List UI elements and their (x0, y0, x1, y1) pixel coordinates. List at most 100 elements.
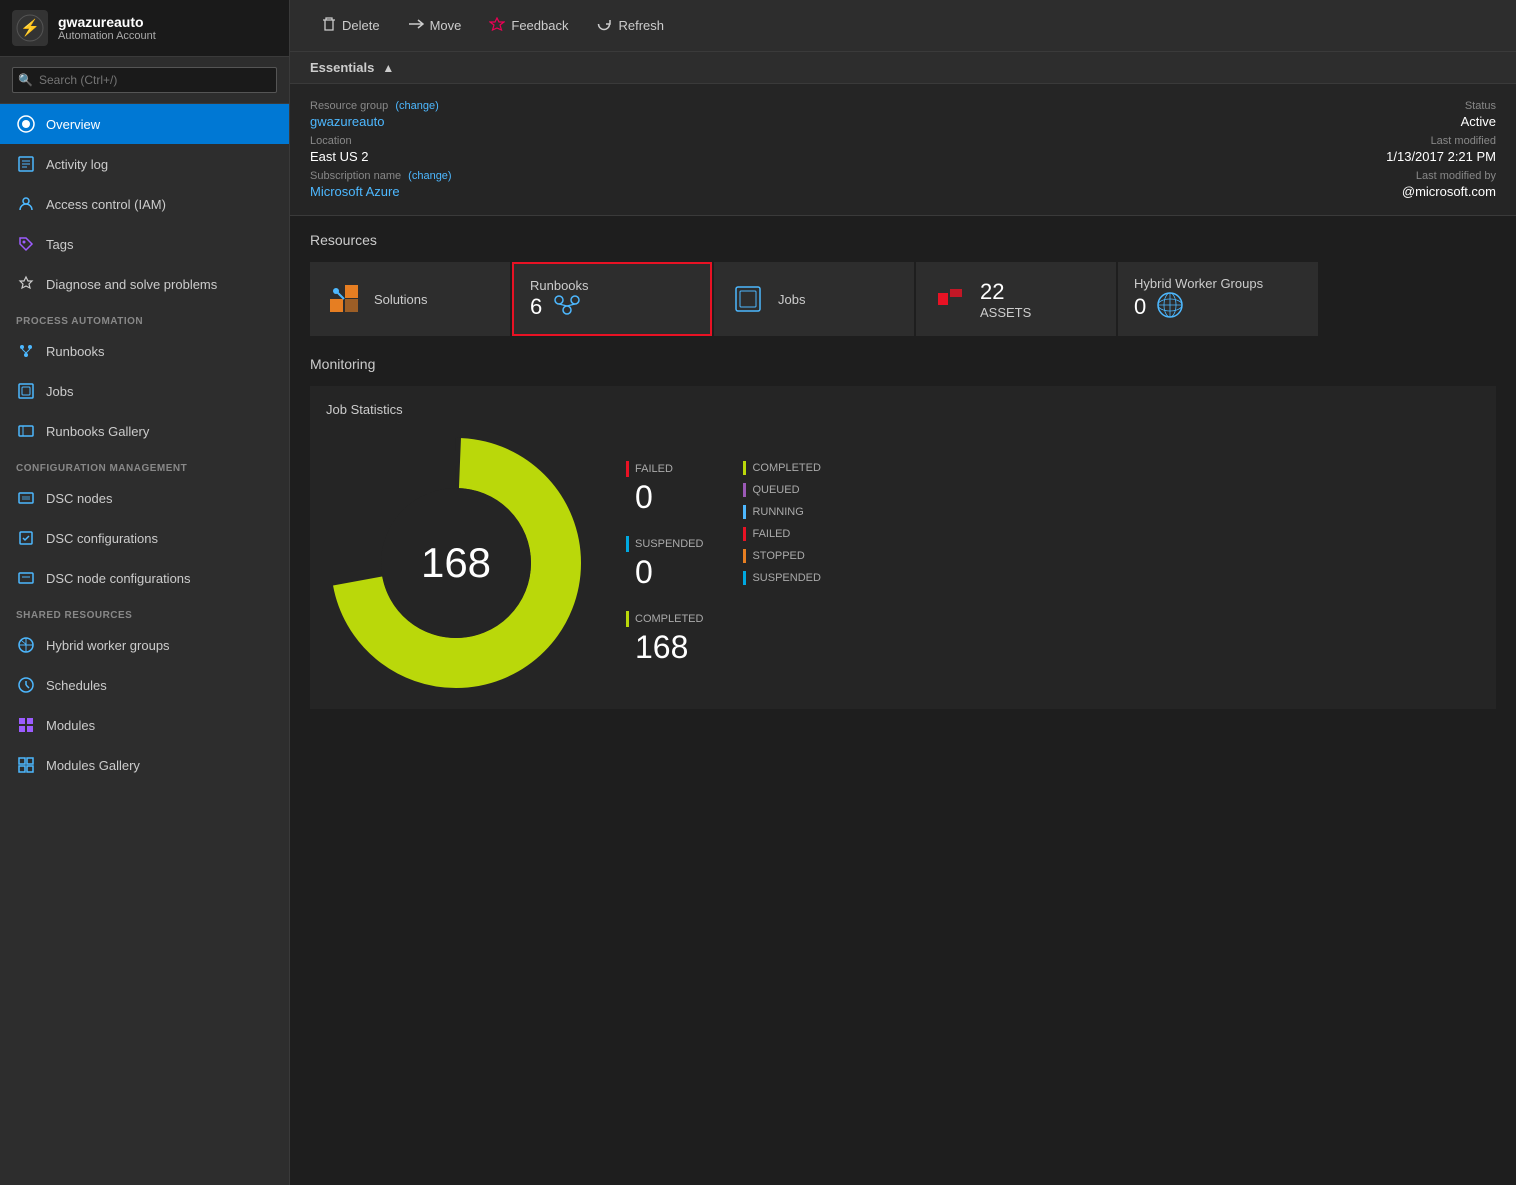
content-scroll: Resources (290, 216, 1516, 1185)
status-row: Status Active (1386, 100, 1496, 129)
resources-title: Resources (310, 232, 1496, 248)
legend-queued-bar (743, 483, 746, 497)
delete-button[interactable]: Delete (310, 10, 392, 41)
subscription-change-link[interactable]: (change) (408, 170, 451, 182)
resource-group-row: Resource group (change) gwazureauto (310, 100, 452, 129)
completed-stat-label: COMPLETED (626, 611, 703, 627)
jobs-info: Jobs (778, 292, 805, 307)
job-stats-body: 168 FAILED (326, 433, 1480, 693)
sidebar-item-schedules[interactable]: Schedules (0, 665, 289, 705)
assets-info: 22 ASSETS (980, 279, 1031, 320)
resources-section: Resources (310, 232, 1496, 336)
subscription-row: Subscription name (change) Microsoft Azu… (310, 170, 452, 199)
runbooks-resource-card[interactable]: Runbooks 6 (512, 262, 712, 336)
location-label: Location (310, 135, 452, 147)
sidebar-item-dsc-nodes[interactable]: DSC nodes (0, 478, 289, 518)
essentials-left: Resource group (change) gwazureauto Loca… (310, 100, 452, 199)
sidebar-item-jobs[interactable]: Jobs (0, 371, 289, 411)
refresh-label: Refresh (618, 18, 664, 33)
runbooks-gallery-icon (16, 421, 36, 441)
hybrid-worker-groups-info: Hybrid Worker Groups 0 (1134, 276, 1263, 322)
monitoring-section: Monitoring Job Statistics (310, 356, 1496, 709)
completed-stat-value: 168 (626, 629, 703, 666)
legend-failed-bar (743, 527, 746, 541)
sidebar-item-modules-label: Modules (46, 718, 95, 733)
sidebar-item-modules[interactable]: Modules (0, 705, 289, 745)
move-button[interactable]: Move (396, 11, 474, 40)
status-label: Status (1386, 100, 1496, 112)
sidebar-item-access-control-label: Access control (IAM) (46, 197, 166, 212)
sidebar-item-dsc-nodes-label: DSC nodes (46, 491, 112, 506)
failed-stat-value: 0 (626, 479, 703, 516)
solutions-label: Solutions (374, 292, 427, 307)
hybrid-worker-groups-card[interactable]: Hybrid Worker Groups 0 (1118, 262, 1318, 336)
sidebar-item-dsc-configurations[interactable]: DSC configurations (0, 518, 289, 558)
assets-label: ASSETS (980, 305, 1031, 320)
donut-center: 168 (421, 539, 491, 587)
move-label: Move (430, 18, 462, 33)
tags-icon (16, 234, 36, 254)
hybrid-worker-groups-count: 0 (1134, 294, 1146, 320)
sidebar-item-activity-log[interactable]: Activity log (0, 144, 289, 184)
runbooks-resource-icon (552, 293, 582, 320)
activity-log-icon (16, 154, 36, 174)
move-icon (408, 17, 424, 34)
delete-label: Delete (342, 18, 380, 33)
sidebar-item-activity-log-label: Activity log (46, 157, 108, 172)
legend-suspended: SUSPENDED (743, 571, 820, 585)
solutions-card[interactable]: Solutions (310, 262, 510, 336)
sidebar-item-runbooks[interactable]: Runbooks (0, 331, 289, 371)
solutions-info: Solutions (374, 292, 427, 307)
status-value: Active (1386, 114, 1496, 129)
search-container: 🔍 (0, 57, 289, 104)
sidebar-item-schedules-label: Schedules (46, 678, 107, 693)
subscription-value[interactable]: Microsoft Azure (310, 184, 452, 199)
refresh-button[interactable]: Refresh (584, 10, 676, 41)
sidebar-item-access-control[interactable]: Access control (IAM) (0, 184, 289, 224)
jobs-resource-label: Jobs (778, 292, 805, 307)
last-modified-by-value: @microsoft.com (1386, 184, 1496, 199)
feedback-button[interactable]: Feedback (477, 11, 580, 40)
modules-icon (16, 715, 36, 735)
assets-count: 22 (980, 279, 1031, 305)
search-input[interactable] (12, 67, 277, 93)
modules-gallery-icon (16, 755, 36, 775)
monitoring-title: Monitoring (310, 356, 1496, 372)
assets-card[interactable]: 22 ASSETS (916, 262, 1116, 336)
sidebar-item-tags-label: Tags (46, 237, 73, 252)
sidebar-item-overview[interactable]: Overview (0, 104, 289, 144)
legend-col: COMPLETED QUEUED RUNNING (743, 461, 820, 666)
app-subtitle: Automation Account (58, 30, 156, 42)
refresh-icon (596, 16, 612, 35)
sidebar-item-diagnose[interactable]: Diagnose and solve problems (0, 264, 289, 304)
legend-stopped-label: STOPPED (752, 550, 804, 562)
resource-group-value[interactable]: gwazureauto (310, 114, 452, 129)
main-content: Delete Move Feedback Refresh (290, 0, 1516, 1185)
essentials-chevron-icon[interactable]: ▲ (382, 61, 394, 75)
suspended-stat-value: 0 (626, 554, 703, 591)
runbooks-icon (16, 341, 36, 361)
legend-suspended-bar (743, 571, 746, 585)
jobs-resource-card[interactable]: Jobs (714, 262, 914, 336)
last-modified-by-label: Last modified by (1386, 170, 1496, 182)
sidebar-item-runbooks-gallery[interactable]: Runbooks Gallery (0, 411, 289, 451)
legend-failed: FAILED (743, 527, 820, 541)
delete-icon (322, 16, 336, 35)
dsc-node-configs-icon (16, 568, 36, 588)
sidebar-item-dsc-node-configs[interactable]: DSC node configurations (0, 558, 289, 598)
sidebar-item-modules-gallery-label: Modules Gallery (46, 758, 140, 773)
jobs-resource-icon (730, 281, 766, 317)
dsc-nodes-icon (16, 488, 36, 508)
legend-failed-label: FAILED (752, 528, 790, 540)
resources-grid: Solutions Runbooks 6 (310, 262, 1496, 336)
overview-icon (16, 114, 36, 134)
sidebar-item-tags[interactable]: Tags (0, 224, 289, 264)
sidebar-item-runbooks-label: Runbooks (46, 344, 105, 359)
subscription-label: Subscription name (change) (310, 170, 452, 182)
svg-text:⚡: ⚡ (20, 18, 40, 37)
resource-group-change-link[interactable]: (change) (395, 100, 438, 112)
sidebar-item-hybrid-worker[interactable]: Hybrid worker groups (0, 625, 289, 665)
legend-stopped: STOPPED (743, 549, 820, 563)
sidebar-item-modules-gallery[interactable]: Modules Gallery (0, 745, 289, 785)
completed-bar (626, 611, 629, 627)
